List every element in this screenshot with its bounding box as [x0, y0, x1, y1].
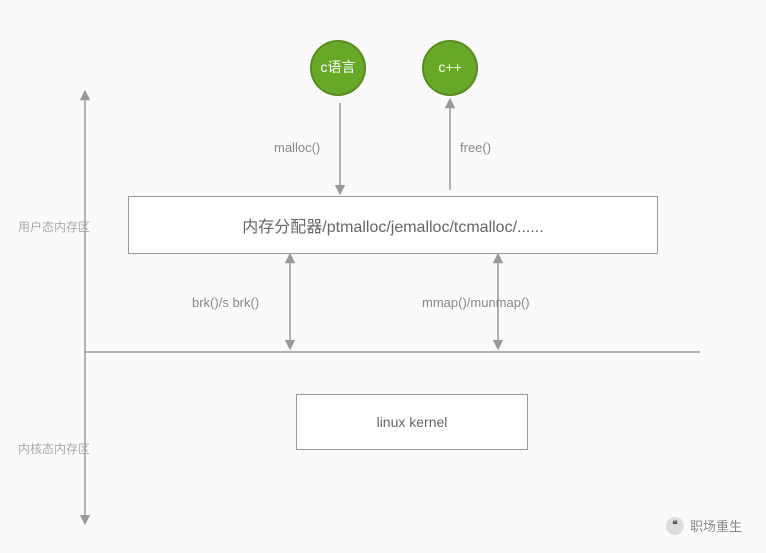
watermark: ❝ 职场重生: [666, 516, 742, 535]
wechat-icon: ❝: [666, 517, 684, 535]
free-label: free(): [460, 140, 491, 155]
kernel-zone-label: 内核态内存区: [18, 440, 90, 457]
diagram-lines: [0, 0, 766, 553]
allocator-box: 内存分配器/ptmalloc/jemalloc/tcmalloc/......: [128, 196, 658, 254]
cpp-node: c++: [422, 40, 478, 96]
c-language-label: c语言: [321, 60, 356, 75]
cpp-label: c++: [438, 60, 461, 75]
allocator-text: 内存分配器/ptmalloc/jemalloc/tcmalloc/......: [242, 213, 543, 237]
kernel-box: linux kernel: [296, 394, 528, 450]
user-zone-label: 用户态内存区: [18, 218, 90, 235]
mmap-label: mmap()/munmap(): [422, 295, 530, 310]
malloc-label: malloc(): [274, 140, 320, 155]
brk-label: brk()/s brk(): [192, 295, 259, 310]
kernel-text: linux kernel: [377, 414, 448, 430]
c-language-node: c语言: [310, 40, 366, 96]
watermark-text: 职场重生: [690, 516, 742, 535]
